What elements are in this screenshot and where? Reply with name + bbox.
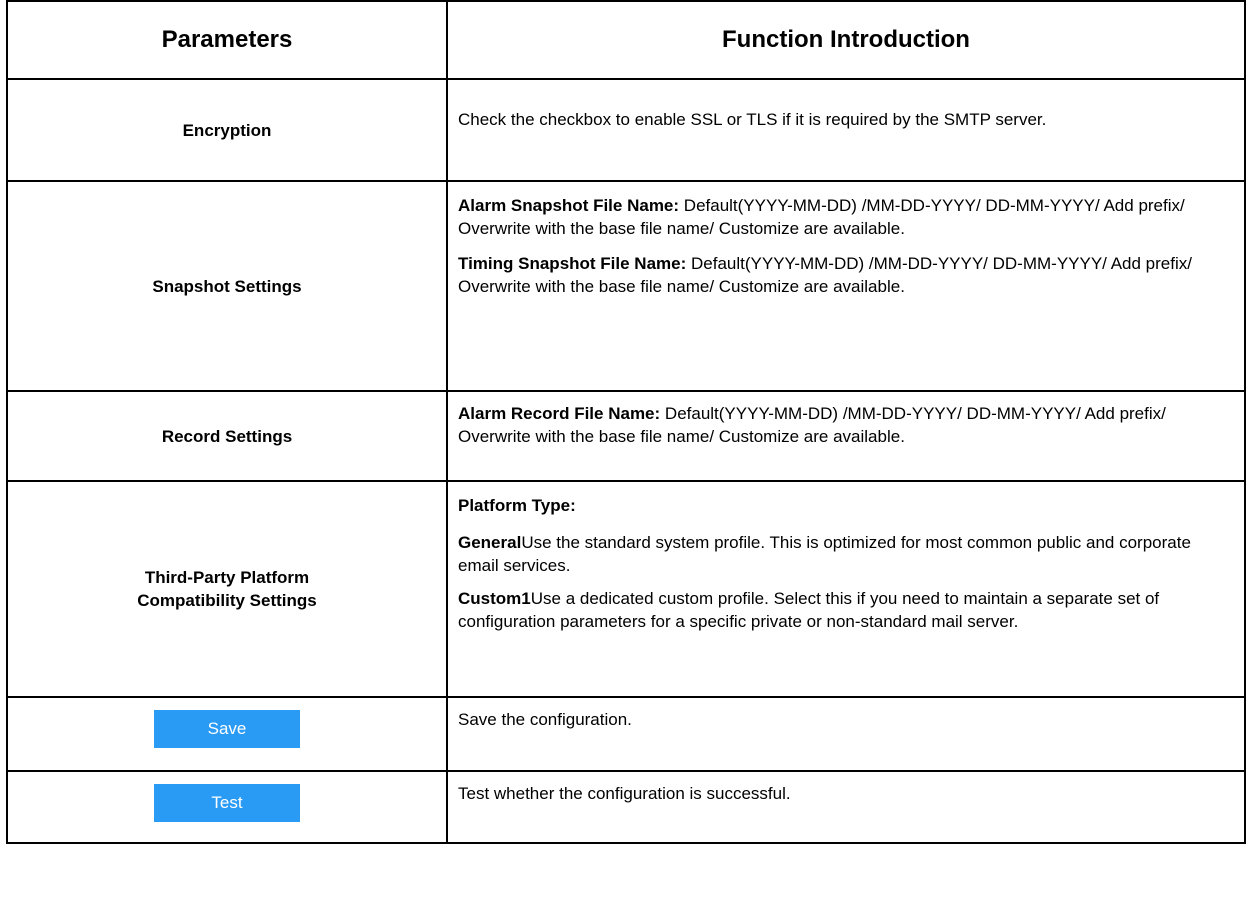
custom-label: Custom1: [458, 589, 531, 608]
desc-test: Test whether the configuration is succes…: [446, 770, 1246, 844]
general-label: General: [458, 533, 522, 552]
timing-snapshot-desc: Timing Snapshot File Name: Default(YYYY-…: [458, 240, 1216, 298]
param-record-settings: Record Settings: [6, 390, 448, 482]
table-row: Encryption Check the checkbox to enable …: [6, 78, 1246, 182]
alarm-record-desc: Alarm Record File Name: Default(YYYY-MM-…: [458, 392, 1216, 448]
table-row: Record Settings Alarm Record File Name: …: [6, 390, 1246, 482]
table-row: Third-Party Platform Compatibility Setti…: [6, 480, 1246, 698]
desc-encryption: Check the checkbox to enable SSL or TLS …: [446, 78, 1246, 182]
param-save: Save: [6, 696, 448, 772]
desc-save: Save the configuration.: [446, 696, 1246, 772]
param-third-party-platform: Third-Party Platform Compatibility Setti…: [6, 480, 448, 698]
save-desc-text: Save the configuration.: [458, 710, 632, 729]
alarm-snapshot-desc: Alarm Snapshot File Name: Default(YYYY-M…: [458, 182, 1216, 240]
custom-desc: Custom1Use a dedicated custom profile. S…: [458, 577, 1216, 633]
table-row: Snapshot Settings Alarm Snapshot File Na…: [6, 180, 1246, 392]
header-function-introduction: Function Introduction: [446, 0, 1246, 80]
desc-snapshot-settings: Alarm Snapshot File Name: Default(YYYY-M…: [446, 180, 1246, 392]
table-row: Save Save the configuration.: [6, 696, 1246, 772]
custom-text: Use a dedicated custom profile. Select t…: [458, 589, 1160, 631]
general-desc: GeneralUse the standard system profile. …: [458, 517, 1216, 577]
test-button[interactable]: Test: [154, 784, 300, 822]
parameters-table: Parameters Function Introduction Encrypt…: [6, 0, 1246, 844]
desc-third-party-platform: Platform Type: GeneralUse the standard s…: [446, 480, 1246, 698]
timing-snapshot-label: Timing Snapshot File Name:: [458, 254, 687, 273]
param-snapshot-settings: Snapshot Settings: [6, 180, 448, 392]
third-party-line2: Compatibility Settings: [137, 591, 317, 610]
third-party-line1: Third-Party Platform: [144, 568, 310, 587]
header-parameters: Parameters: [6, 0, 448, 80]
platform-type-label: Platform Type:: [458, 482, 1216, 517]
desc-encryption-text: Check the checkbox to enable SSL or TLS …: [458, 110, 1047, 129]
table-row: Test Test whether the configuration is s…: [6, 770, 1246, 844]
param-test: Test: [6, 770, 448, 844]
alarm-snapshot-label: Alarm Snapshot File Name:: [458, 196, 680, 215]
desc-record-settings: Alarm Record File Name: Default(YYYY-MM-…: [446, 390, 1246, 482]
param-encryption: Encryption: [6, 78, 448, 182]
platform-type-text: Platform Type:: [458, 496, 576, 515]
alarm-record-label: Alarm Record File Name:: [458, 404, 661, 423]
test-desc-text: Test whether the configuration is succes…: [458, 784, 791, 803]
general-text: Use the standard system profile. This is…: [458, 533, 1191, 575]
save-button[interactable]: Save: [154, 710, 300, 748]
table-header-row: Parameters Function Introduction: [6, 0, 1246, 80]
